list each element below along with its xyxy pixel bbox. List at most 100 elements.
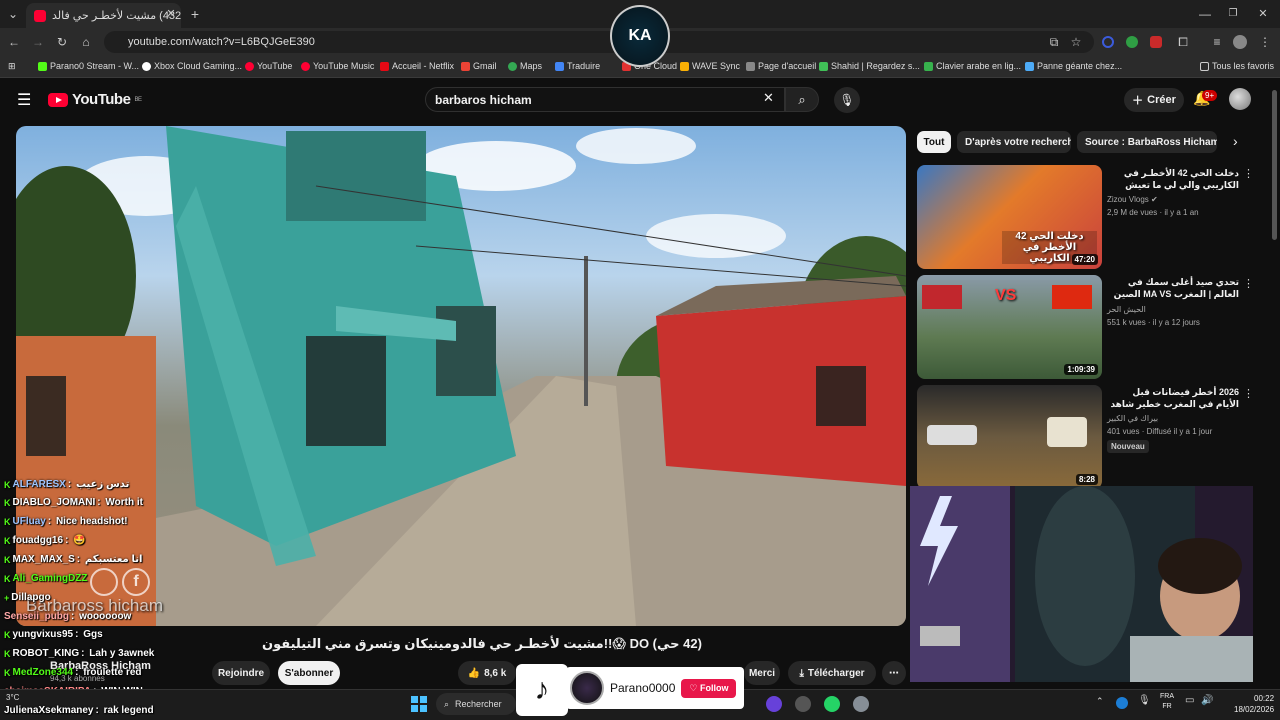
recommendation-title[interactable]: تحدي صيد أغلى سمك في العالم | المغرب MA … [1107,276,1239,302]
recommendation-thumbnail[interactable]: VS 1:09:39 [917,275,1102,379]
taskbar-app-icon[interactable] [795,696,811,712]
join-button[interactable]: Rejoindre [212,661,270,685]
tray-app-icon[interactable] [1116,697,1128,709]
tray-chevron-icon[interactable]: ⌃ [1096,696,1104,707]
join-label: Rejoindre [217,667,265,679]
new-badge: Nouveau [1107,440,1149,453]
bookmark-item[interactable]: Shahid | Regardez s... [819,61,920,71]
reload-icon[interactable]: ↻ [51,31,73,53]
chat-message: K ROBOT_KING: Lah y 3awnek [4,648,155,659]
chip-source[interactable]: Source : BarbaRoss Hicham [1077,131,1217,153]
bookmark-item[interactable]: WAVE Sync [680,61,740,71]
recommendation-channel[interactable]: الحيش الحر [1107,304,1242,316]
bookmark-item[interactable]: Parano0 Stream - W... [38,61,139,71]
back-icon[interactable]: ← [3,31,25,53]
search-button[interactable]: ⌕ [785,87,819,112]
search-input[interactable]: barbaros hicham [425,87,785,112]
more-actions-icon[interactable]: ⋮ [1243,387,1254,400]
plus-icon: ＋ [1132,95,1144,107]
network-icon[interactable]: ▭ [1185,695,1194,706]
voice-search-button[interactable]: 🎙 [834,87,860,113]
bookmark-label: Xbox Cloud Gaming... [154,61,243,71]
bookmark-item[interactable]: YouTube Music [301,61,374,71]
extensions-puzzle-icon[interactable]: ⧠ [1172,31,1194,53]
chat-message: K Ali_GamingDZZ [4,573,90,584]
microphone-tray-icon[interactable]: 🎙 [1138,695,1151,706]
recommendation-channel[interactable]: Zizou Vlogs ✔ [1107,194,1242,206]
like-button[interactable]: 👍 8,6 k [458,661,516,685]
recommendation-title[interactable]: 2026 أخطر فيضانات قبل الأيام في المغرب خ… [1107,386,1239,412]
reading-list-icon[interactable]: ≡ [1206,31,1228,53]
taskbar-app-icon[interactable] [766,696,782,712]
install-icon[interactable]: ⧉ [1043,31,1065,53]
bookmark-item[interactable]: Maps [508,61,542,71]
verified-icon: ✔ [1151,195,1158,204]
bookmark-item[interactable]: Panne géante chez... [1025,61,1122,71]
bookmark-item[interactable]: Page d'accueil [746,61,816,71]
follow-label: Follow [699,682,729,693]
bookmark-item[interactable]: Clavier arabe en lig... [924,61,1021,71]
volume-icon[interactable]: 🔊 [1201,695,1213,706]
chip-based-on-search[interactable]: D'après votre recherche [957,131,1071,153]
chat-user: ALFARESX [12,479,66,490]
bookmark-star-icon[interactable]: ☆ [1065,31,1087,53]
page-scrollbar[interactable] [1272,90,1277,240]
follow-card: Parano0000 ♡ Follow [566,667,744,709]
bookmark-item[interactable]: Traduire [555,61,600,71]
maximize-icon[interactable]: ❐ [1222,3,1244,25]
recommendation-thumbnail[interactable]: دخلت الحي 42 الأخطر في الكاريبي 47:20 [917,165,1102,269]
new-tab-icon[interactable]: + [184,3,206,25]
bookmark-item[interactable]: Gmail [461,61,497,71]
apps-grid-icon[interactable]: ⊞ [8,61,16,72]
bookmark-item[interactable]: Xbox Cloud Gaming... [142,61,242,71]
more-options-button[interactable]: ⋯ [882,661,906,685]
chat-message: K MAX_MAX_S: انا معتسبكم [4,554,143,565]
download-button[interactable]: ⤓ Télécharger [788,661,876,685]
youtube-logo[interactable]: YouTube BE [48,91,142,108]
profile-icon[interactable] [1233,35,1247,49]
create-button[interactable]: ＋ Créer [1124,88,1184,112]
language-indicator[interactable]: FRA FR [1160,692,1174,712]
chevron-right-icon[interactable]: › [1233,133,1238,149]
follow-button[interactable]: ♡ Follow [681,678,737,698]
account-avatar[interactable] [1229,88,1251,110]
url-field[interactable]: youtube.com/watch?v=L6BQJGeE390 [104,31,1094,53]
windows-start-icon[interactable] [411,696,427,712]
taskbar-search[interactable]: ⌕ Rechercher [436,693,516,715]
hamburger-menu-icon[interactable]: ☰ [17,90,31,110]
close-tab-icon[interactable]: ✕ [160,3,182,25]
extension-icon[interactable] [1102,36,1114,48]
more-actions-icon[interactable]: ⋮ [1243,277,1254,290]
video-player[interactable]: Barbaross hicham f [16,126,906,626]
browser-tab[interactable]: (432) مشيت لأخطـر حي فالد [26,3,181,28]
thanks-button[interactable]: Merci [744,661,780,685]
recommendation-title[interactable]: دخلت الحي 42 الأخطـر في الكاريبي والي لي… [1107,167,1239,193]
recommendation-thumbnail[interactable]: 8:28 [917,385,1102,489]
recommendation-channel[interactable]: بيراك في الكبير [1107,413,1242,425]
bookmark-item[interactable]: Accueil - Netflix [380,61,454,71]
whatsapp-icon[interactable] [824,696,840,712]
minimize-icon[interactable]: — [1194,3,1216,25]
home-icon[interactable]: ⌂ [75,31,97,53]
extension-green-icon[interactable] [1126,36,1138,48]
search-icon: ⌕ [798,92,806,107]
subscribe-button[interactable]: S'abonner [278,661,340,685]
close-window-icon[interactable]: ✕ [1252,3,1274,25]
car-shape [927,425,977,445]
all-favorites[interactable]: Tous les favoris [1200,61,1274,71]
more-actions-icon[interactable]: ⋮ [1243,167,1254,180]
chip-all[interactable]: Tout [917,131,951,153]
tab-search-icon[interactable]: ⌄ [2,3,24,25]
clock[interactable]: 00:22 18/02/2026 [1234,693,1274,715]
weather-widget[interactable]: 3°C [6,693,19,702]
forward-icon[interactable]: → [27,31,49,53]
menu-kebab-icon[interactable]: ⋮ [1254,31,1276,53]
chat-user: Ali_GamingDZZ [12,573,88,584]
youtube-logo-text: YouTube [72,91,131,108]
settings-gear-icon[interactable] [853,696,869,712]
clear-search-icon[interactable]: ✕ [763,90,774,106]
bookmark-item[interactable]: YouTube [245,61,292,71]
kick-icon: K [4,554,11,565]
extension-red-icon[interactable] [1150,36,1162,48]
chat-text: تدس زعيب [75,479,130,490]
